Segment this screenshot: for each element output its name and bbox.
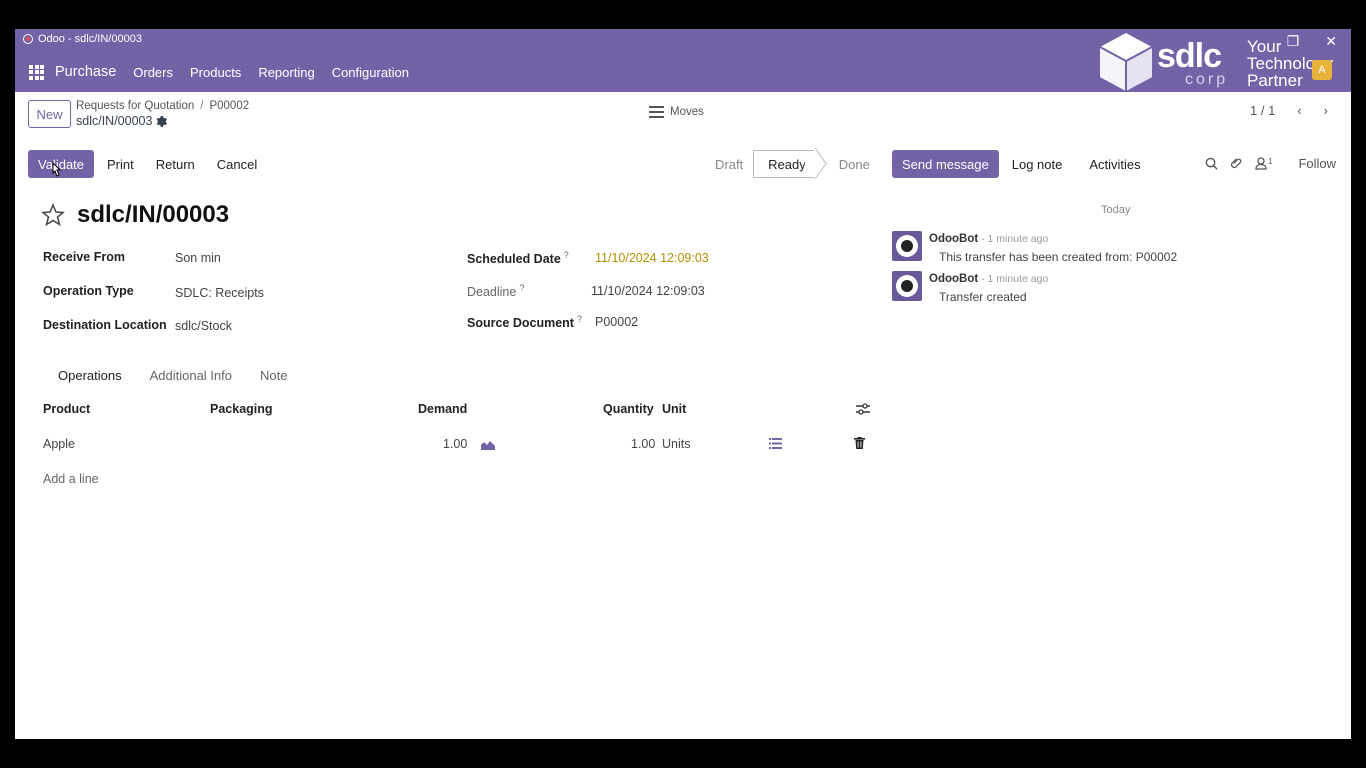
details-list-icon[interactable]	[769, 438, 782, 449]
breadcrumb: Requests for Quotation / P00002	[76, 100, 249, 112]
breadcrumb-parent[interactable]: Requests for Quotation	[76, 100, 194, 112]
col-demand[interactable]: Demand	[418, 402, 467, 416]
col-quantity[interactable]: Quantity	[603, 402, 654, 416]
new-button[interactable]: New	[28, 100, 71, 128]
row-unit[interactable]: Units	[662, 437, 690, 451]
message-author[interactable]: OdooBot - 1 minute ago	[929, 273, 1048, 285]
chevron-right-icon[interactable]: ›	[1324, 103, 1328, 118]
operation-type-value[interactable]: SDLC: Receipts	[175, 286, 264, 300]
pager-value[interactable]: 1 / 1	[1250, 103, 1275, 118]
row-quantity[interactable]: 1.00	[631, 437, 655, 451]
app-window: Odoo - sdlc/IN/00003 Purchase Orders Pro…	[15, 29, 1351, 739]
source-document-label: Source Document?	[467, 314, 582, 331]
menu-orders[interactable]: Orders	[133, 65, 173, 80]
odoobot-avatar[interactable]	[892, 271, 922, 301]
scheduled-date-label: Scheduled Date?	[467, 250, 569, 267]
destination-label: Destination Location	[43, 318, 167, 332]
user-icon	[1255, 157, 1267, 170]
col-packaging[interactable]: Packaging	[210, 402, 273, 416]
apps-grid-icon[interactable]	[29, 64, 44, 80]
print-button[interactable]: Print	[107, 157, 134, 172]
record-title: sdlc/IN/00003	[77, 201, 230, 228]
destination-value[interactable]: sdlc/Stock	[175, 319, 232, 333]
breadcrumb-separator: /	[200, 100, 204, 112]
message-time: - 1 minute ago	[978, 273, 1049, 285]
activities-button[interactable]: Activities	[1089, 157, 1140, 172]
menu-reporting[interactable]: Reporting	[258, 65, 314, 80]
log-note-button[interactable]: Log note	[1012, 157, 1063, 172]
search-icon[interactable]	[1205, 157, 1218, 170]
followers-count: 1	[1268, 157, 1273, 166]
source-document-value[interactable]: P00002	[595, 315, 638, 329]
status-bar: Draft Ready Done	[705, 150, 880, 178]
form-tabs: Operations Additional Info Note	[43, 368, 315, 383]
window-title: Odoo - sdlc/IN/00003	[38, 33, 142, 45]
moves-smart-button[interactable]: Moves	[649, 106, 704, 118]
window-controls: ❐ ✕	[1287, 33, 1337, 50]
send-message-button[interactable]: Send message	[892, 150, 999, 178]
cancel-button[interactable]: Cancel	[217, 157, 257, 172]
gear-icon[interactable]	[156, 115, 168, 127]
star-icon[interactable]	[41, 203, 65, 227]
operation-type-label: Operation Type	[43, 284, 134, 298]
col-unit[interactable]: Unit	[662, 402, 686, 416]
row-demand[interactable]: 1.00	[443, 437, 467, 451]
chatter-day-separator: Today	[1101, 204, 1131, 216]
record-icon	[23, 34, 33, 44]
cube-logo-icon	[1099, 33, 1153, 91]
message-time: - 1 minute ago	[978, 233, 1049, 245]
row-product[interactable]: Apple	[43, 437, 75, 451]
tab-operations[interactable]: Operations	[58, 368, 122, 383]
message-body: Transfer created	[939, 290, 1027, 304]
scheduled-help-icon[interactable]: ?	[564, 250, 569, 260]
followers-button[interactable]: 1	[1255, 157, 1272, 170]
deadline-value[interactable]: 11/10/2024 12:09:03	[591, 284, 705, 298]
deadline-help-icon[interactable]: ?	[519, 283, 524, 293]
breadcrumb-record-name: sdlc/IN/00003	[76, 114, 153, 128]
moves-label: Moves	[670, 106, 704, 118]
main-nav: Purchase Orders Products Reporting Confi…	[29, 64, 426, 80]
return-button[interactable]: Return	[156, 157, 195, 172]
paperclip-icon[interactable]	[1230, 157, 1243, 170]
follow-button[interactable]: Follow	[1298, 156, 1336, 171]
chatter-icons: 1 Follow	[1205, 156, 1336, 171]
window-title-bar: Odoo - sdlc/IN/00003	[23, 33, 142, 45]
status-draft[interactable]: Draft	[705, 157, 753, 172]
breadcrumb-record: sdlc/IN/00003	[76, 114, 168, 128]
message-body: This transfer has been created from: P00…	[939, 250, 1178, 264]
chatter-actions: Send message Log note Activities	[892, 150, 1168, 178]
menu-configuration[interactable]: Configuration	[332, 65, 409, 80]
brand-corp-text: corp	[1185, 71, 1229, 88]
chevron-left-icon[interactable]: ‹	[1297, 103, 1301, 118]
pager: 1 / 1 ‹ ›	[1250, 103, 1328, 118]
record-title-row: sdlc/IN/00003	[41, 201, 229, 229]
source-help-icon[interactable]: ?	[577, 314, 582, 324]
form-actions: Validate Print Return Cancel	[28, 150, 279, 178]
list-icon	[649, 106, 664, 118]
menu-products[interactable]: Products	[190, 65, 241, 80]
tab-additional-info[interactable]: Additional Info	[150, 368, 232, 383]
add-line-link[interactable]: Add a line	[43, 472, 99, 486]
odoobot-avatar[interactable]	[892, 231, 922, 261]
trash-icon[interactable]	[854, 437, 865, 449]
breadcrumb-po[interactable]: P00002	[209, 100, 249, 112]
close-icon[interactable]: ✕	[1325, 33, 1337, 50]
status-ready[interactable]: Ready	[753, 150, 817, 178]
forecast-chart-icon[interactable]	[481, 439, 495, 450]
restore-icon[interactable]: ❐	[1287, 33, 1300, 50]
tab-note[interactable]: Note	[260, 368, 287, 383]
control-panel: New Requests for Quotation / P00002 sdlc/I…	[15, 92, 1351, 142]
message-author[interactable]: OdooBot - 1 minute ago	[929, 233, 1048, 245]
mouse-cursor-icon	[52, 162, 62, 177]
receive-from-value[interactable]: Son min	[175, 251, 221, 265]
top-navbar: Odoo - sdlc/IN/00003 Purchase Orders Pro…	[15, 29, 1351, 92]
scheduled-date-value[interactable]: 11/10/2024 12:09:03	[595, 251, 709, 265]
user-avatar[interactable]: A	[1312, 60, 1332, 80]
deadline-label: Deadline?	[467, 283, 525, 300]
app-name-purchase[interactable]: Purchase	[55, 64, 116, 80]
status-done[interactable]: Done	[829, 157, 880, 172]
col-product[interactable]: Product	[43, 402, 90, 416]
column-settings-icon[interactable]	[856, 403, 870, 415]
receive-from-label: Receive From	[43, 250, 125, 264]
